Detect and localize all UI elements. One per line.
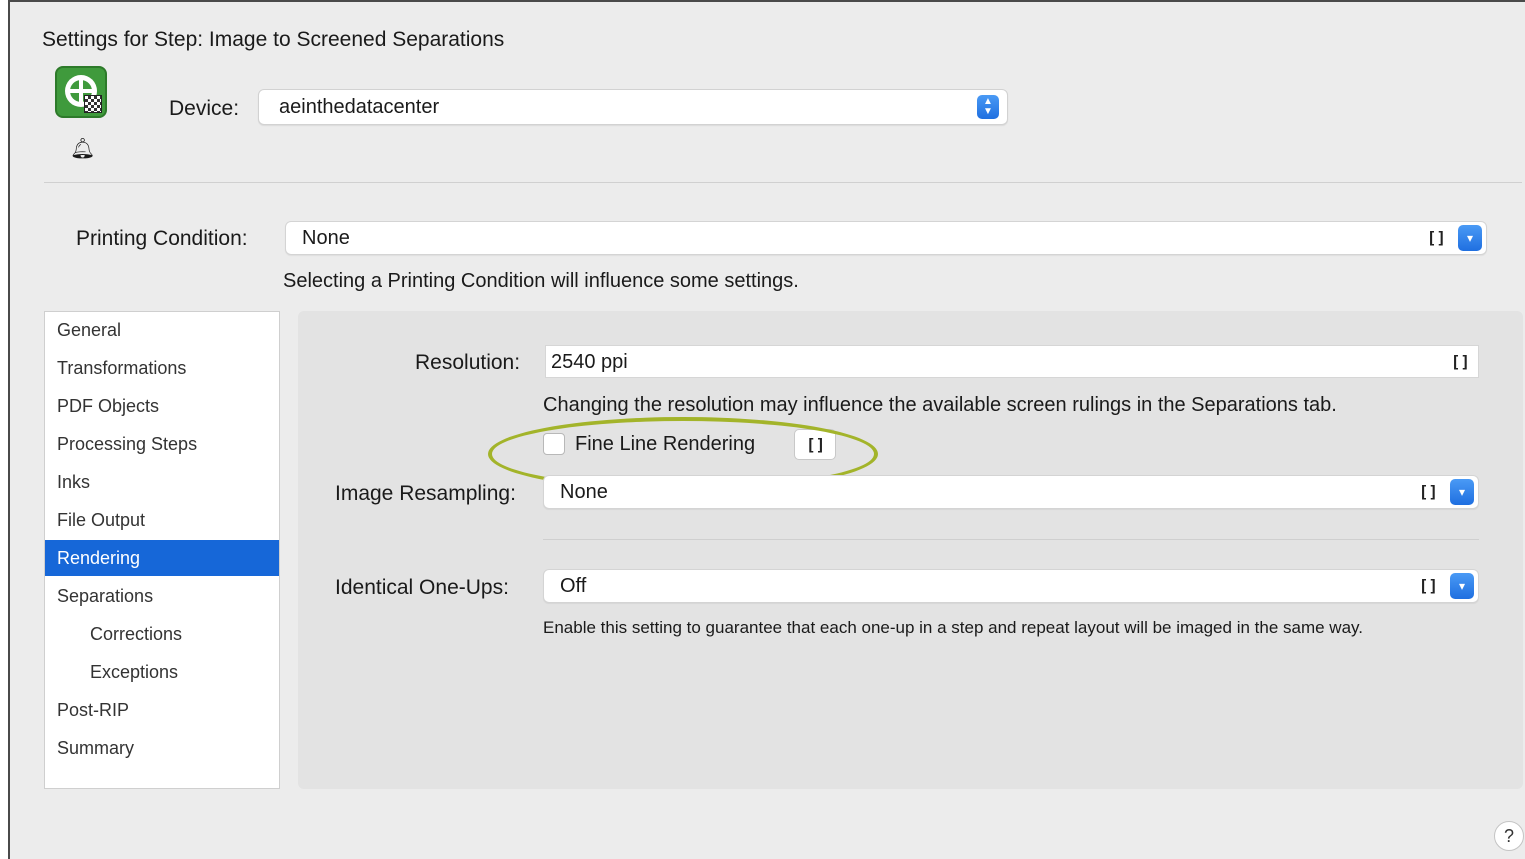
- sidebar-item-general[interactable]: General: [45, 312, 279, 348]
- up-down-stepper-icon: ▲ ▼: [977, 95, 999, 119]
- divider: [543, 539, 1479, 540]
- window-title: Settings for Step: Image to Screened Sep…: [42, 28, 505, 51]
- identical-one-ups-value: Off: [560, 575, 587, 597]
- resolution-label: Resolution:: [415, 351, 521, 374]
- printing-condition-label: Printing Condition:: [76, 227, 248, 250]
- settings-window: Settings for Step: Image to Screened Sep…: [8, 0, 1525, 859]
- sidebar-item-pdf-objects[interactable]: PDF Objects: [45, 388, 279, 424]
- image-resampling-label: Image Resampling:: [335, 482, 516, 505]
- identical-one-ups-select[interactable]: Off [] ▾: [543, 569, 1479, 603]
- chevron-down-icon: ▾: [1450, 573, 1474, 599]
- lock-brackets-icon[interactable]: []: [1427, 228, 1446, 247]
- lock-brackets-icon[interactable]: []: [1451, 352, 1470, 371]
- sidebar-item-summary[interactable]: Summary: [45, 730, 279, 766]
- device-select[interactable]: aeinthedatacenter ▲ ▼: [258, 89, 1008, 125]
- printing-condition-select[interactable]: None [] ▾: [285, 221, 1487, 255]
- chevron-down-icon: ▾: [1450, 479, 1474, 505]
- sidebar-item-separations[interactable]: Separations: [45, 578, 279, 614]
- sidebar-item-post-rip[interactable]: Post-RIP: [45, 692, 279, 728]
- sidebar-item-exceptions[interactable]: Exceptions: [45, 654, 279, 690]
- printing-condition-note: Selecting a Printing Condition will infl…: [283, 270, 799, 292]
- help-button[interactable]: ?: [1494, 821, 1524, 851]
- device-value: aeinthedatacenter: [279, 96, 440, 118]
- screening-app-icon: [55, 66, 107, 118]
- printing-condition-value: None: [302, 227, 350, 249]
- rendering-panel: [298, 311, 1523, 789]
- sidebar-item-file-output[interactable]: File Output: [45, 502, 279, 538]
- resolution-value: 2540 ppi: [551, 351, 628, 373]
- resolution-note: Changing the resolution may influence th…: [543, 394, 1337, 416]
- chevron-down-icon: ▾: [1458, 225, 1482, 251]
- lock-brackets-icon[interactable]: []: [1419, 482, 1438, 501]
- divider: [44, 182, 1522, 183]
- device-label: Device:: [169, 97, 240, 120]
- identical-one-ups-label: Identical One-Ups:: [335, 576, 509, 599]
- image-resampling-select[interactable]: None [] ▾: [543, 475, 1479, 509]
- bell-icon[interactable]: 🔔︎: [70, 136, 95, 161]
- image-resampling-value: None: [560, 481, 608, 503]
- sidebar-item-corrections[interactable]: Corrections: [45, 616, 279, 652]
- resolution-field[interactable]: 2540 ppi []: [545, 345, 1479, 378]
- sidebar-item-processing-steps[interactable]: Processing Steps: [45, 426, 279, 462]
- sidebar-item-inks[interactable]: Inks: [45, 464, 279, 500]
- settings-sidebar: General Transformations PDF Objects Proc…: [44, 311, 280, 789]
- sidebar-item-rendering[interactable]: Rendering: [45, 540, 279, 576]
- identical-one-ups-note: Enable this setting to guarantee that ea…: [543, 618, 1363, 637]
- sidebar-item-transformations[interactable]: Transformations: [45, 350, 279, 386]
- lock-brackets-icon[interactable]: []: [1419, 576, 1438, 595]
